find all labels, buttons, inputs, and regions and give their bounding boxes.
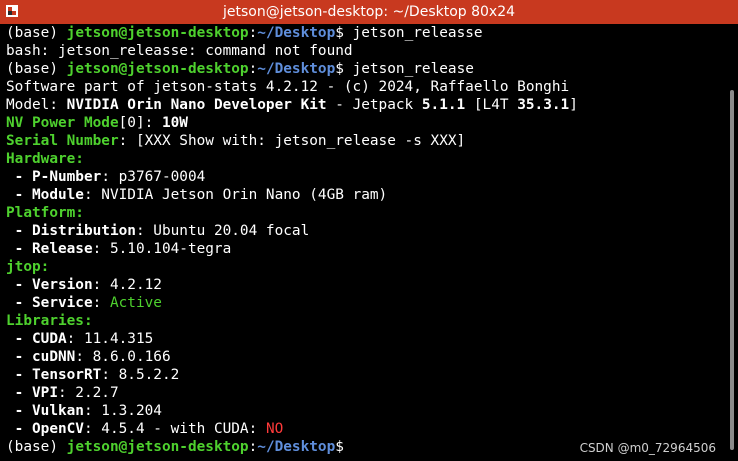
terminal-app-icon[interactable] — [6, 5, 18, 17]
distribution-line: - Distribution: Ubuntu 20.04 focal — [6, 223, 310, 239]
window-title: jetson@jetson-desktop: ~/Desktop 80x24 — [222, 4, 516, 20]
title-bar[interactable]: jetson@jetson-desktop: ~/Desktop 80x24 — [0, 0, 738, 24]
prompt-line: (base) jetson@jetson-desktop:~/Desktop$ … — [6, 61, 474, 77]
vpi-line: - VPI: 2.2.7 — [6, 385, 119, 401]
command-text: jetson_releasse — [343, 25, 483, 41]
pnumber-line: - P-Number: p3767-0004 — [6, 169, 206, 185]
command-text: jetson_release — [343, 61, 474, 77]
section-jtop: jtop: — [6, 259, 50, 275]
software-line: Software part of jetson-stats 4.2.12 - (… — [6, 79, 570, 95]
opencv-line: - OpenCV: 4.5.4 - with CUDA: NO — [6, 421, 284, 437]
model-line: Model: NVIDIA Orin Nano Developer Kit - … — [6, 97, 578, 113]
terminal-output[interactable]: (base) jetson@jetson-desktop:~/Desktop$ … — [0, 24, 724, 461]
power-mode-line: NV Power Mode[0]: 10W — [6, 115, 188, 131]
cudnn-line: - cuDNN: 8.6.0.166 — [6, 349, 171, 365]
error-line: bash: jetson_releasse: command not found — [6, 43, 353, 59]
release-line: - Release: 5.10.104-tegra — [6, 241, 232, 257]
scrollbar-thumb[interactable] — [730, 90, 734, 450]
service-status: Active — [109, 295, 162, 311]
service-line: - Service: Active — [6, 295, 162, 311]
watermark: CSDN @m0_72964506 — [579, 441, 716, 455]
section-hardware: Hardware: — [6, 151, 84, 167]
terminal-window: jetson@jetson-desktop: ~/Desktop 80x24 (… — [0, 0, 738, 461]
section-libraries: Libraries: — [6, 313, 93, 329]
vulkan-line: - Vulkan: 1.3.204 — [6, 403, 162, 419]
cuda-line: - CUDA: 11.4.315 — [6, 331, 154, 347]
tensorrt-line: - TensorRT: 8.5.2.2 — [6, 367, 180, 383]
prompt-line: (base) jetson@jetson-desktop:~/Desktop$ … — [6, 25, 483, 41]
version-line: - Version: 4.2.12 — [6, 277, 162, 293]
module-line: - Module: NVIDIA Jetson Orin Nano (4GB r… — [6, 187, 388, 203]
opencv-cuda-status: NO — [265, 421, 284, 437]
section-platform: Platform: — [6, 205, 84, 221]
serial-line: Serial Number: [XXX Show with: jetson_re… — [6, 133, 466, 149]
